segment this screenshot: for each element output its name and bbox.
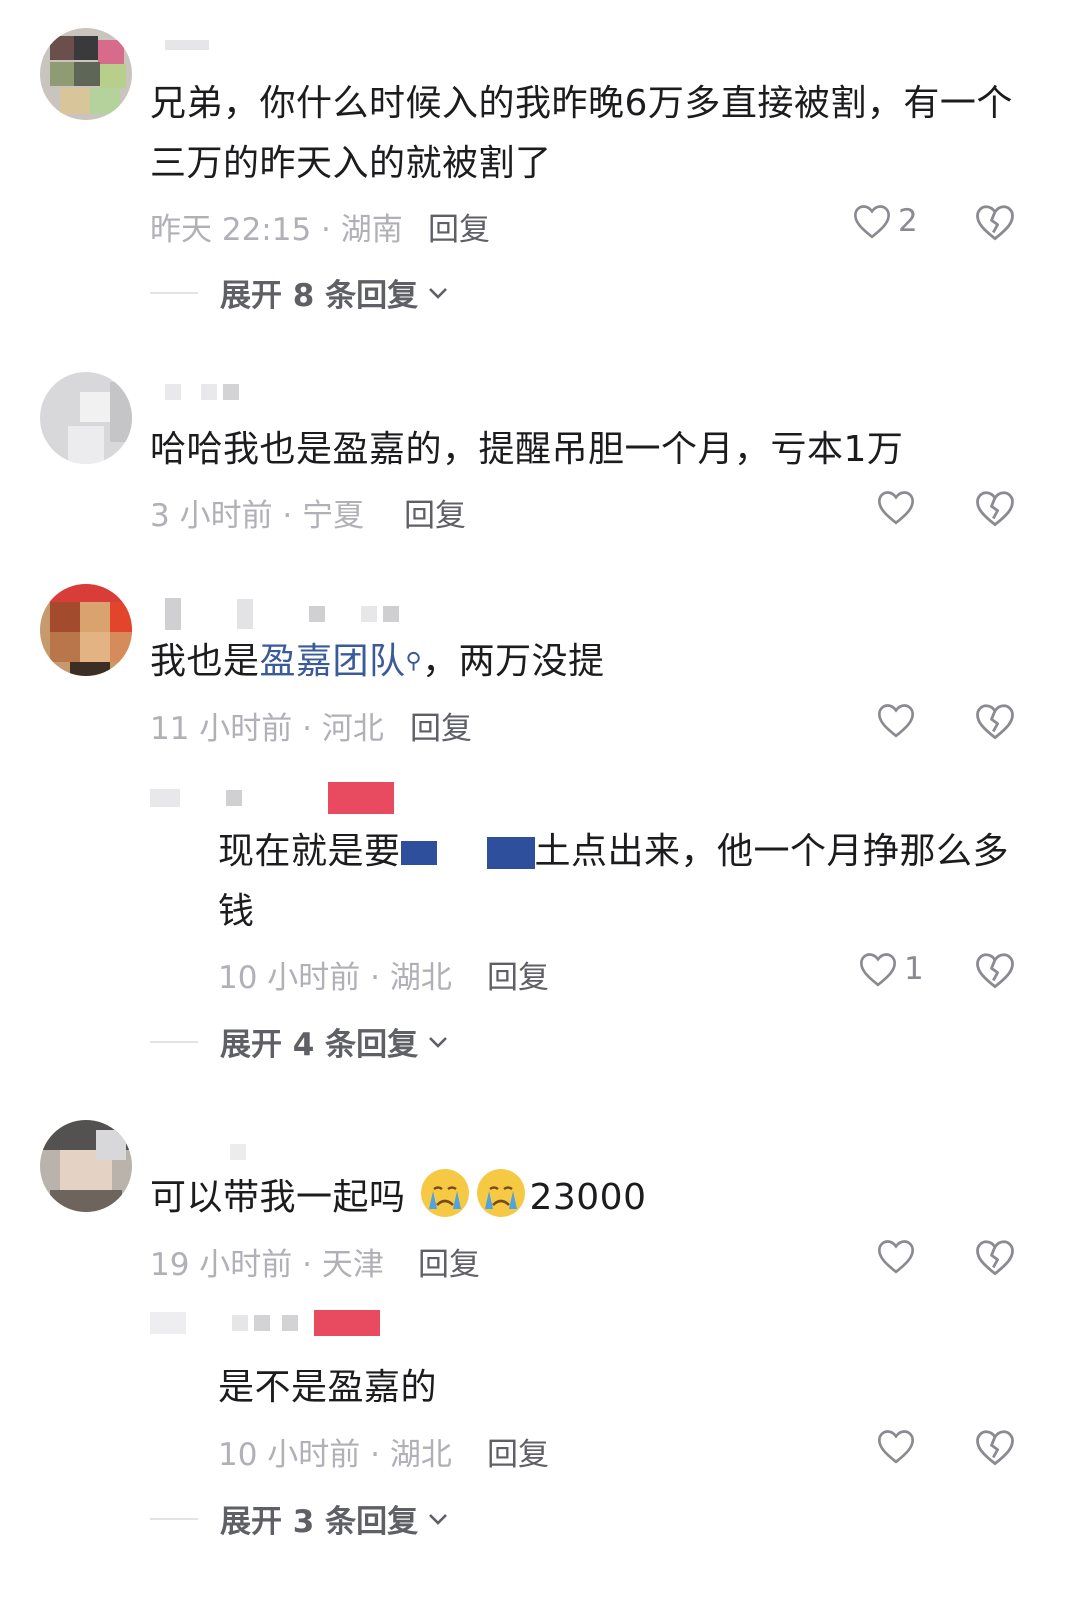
broken-heart-icon <box>976 704 1014 740</box>
dislike-button[interactable] <box>974 1427 1016 1471</box>
reply-text: 是不是盈嘉的 <box>218 1367 438 1408</box>
like-button[interactable] <box>876 701 916 739</box>
dislike-button[interactable] <box>974 950 1016 994</box>
dislike-button[interactable] <box>974 1237 1016 1281</box>
comment-text-part: ，两万没提 <box>422 641 605 682</box>
comment-text: 兄弟，你什么时候入的我昨晚6万多直接被割，有一个三万的昨天入的就被割了 <box>150 83 1013 184</box>
broken-heart-icon <box>976 1430 1014 1466</box>
comment-meta: 19 小时前 · 天津 <box>150 1247 384 1283</box>
comment-meta: 3 小时前 · 宁夏 <box>150 498 365 534</box>
reply-username[interactable] <box>150 782 394 814</box>
like-button[interactable] <box>876 488 916 526</box>
reply-button[interactable]: 回复 <box>418 1239 480 1284</box>
heart-outline-icon <box>859 953 897 987</box>
username[interactable] <box>165 598 399 630</box>
avatar[interactable] <box>40 28 132 120</box>
expand-label: 展开 8 条回复 <box>220 278 419 314</box>
comment-text-part: 我也是 <box>150 641 260 682</box>
heart-outline-icon <box>853 205 891 239</box>
reply-button[interactable]: 回复 <box>428 204 490 249</box>
like-button[interactable]: 1 <box>858 950 924 988</box>
broken-heart-icon <box>976 1240 1014 1276</box>
crying-face-emoji <box>477 1169 526 1217</box>
broken-heart-icon <box>976 205 1014 241</box>
reply-button[interactable]: 回复 <box>410 703 472 748</box>
broken-heart-icon <box>976 953 1014 989</box>
divider <box>150 1517 198 1520</box>
chevron-down-icon <box>429 287 448 299</box>
heart-outline-icon <box>877 1240 915 1274</box>
comment-text: 哈哈我也是盈嘉的，提醒吊胆一个月，亏本1万 <box>150 429 904 470</box>
search-icon[interactable]: ⚲ <box>406 649 423 674</box>
expand-replies-button[interactable]: 展开 3 条回复 <box>150 1496 448 1541</box>
search-link[interactable]: 盈嘉团队 <box>260 641 406 682</box>
like-count: 2 <box>898 203 918 239</box>
reply-text-part: 现在就是要 <box>218 831 401 872</box>
crying-face-emoji <box>421 1169 470 1217</box>
reply-username[interactable] <box>150 1310 380 1336</box>
redacted-block <box>486 837 535 869</box>
dislike-button[interactable] <box>974 488 1016 532</box>
reply-text: 现在就是要 土点出来，他一个月挣那么多钱 <box>218 822 1018 942</box>
heart-outline-icon <box>877 704 915 738</box>
username[interactable] <box>165 40 209 50</box>
heart-outline-icon <box>877 1430 915 1464</box>
expand-label: 展开 3 条回复 <box>220 1504 419 1540</box>
avatar[interactable] <box>40 1120 132 1212</box>
chevron-down-icon <box>429 1513 448 1525</box>
divider <box>150 1040 198 1043</box>
redacted-block <box>400 841 437 865</box>
chevron-down-icon <box>429 1036 448 1048</box>
like-button[interactable] <box>876 1237 916 1275</box>
comment-meta: 11 小时前 · 河北 <box>150 711 384 747</box>
comment-text: 我也是盈嘉团队⚲，两万没提 <box>150 632 1030 692</box>
broken-heart-icon <box>976 491 1014 527</box>
reply-meta: 10 小时前 · 湖北 <box>218 1437 452 1473</box>
dislike-button[interactable] <box>974 701 1016 745</box>
reply-meta: 10 小时前 · 湖北 <box>218 960 452 996</box>
comment-text-part: 23000 <box>529 1177 647 1218</box>
comment-text: 可以带我一起吗 23000 <box>150 1168 1030 1228</box>
comment-meta: 昨天 22:15 · 湖南 <box>150 212 403 248</box>
username[interactable] <box>165 384 239 400</box>
reply-button[interactable]: 回复 <box>487 1429 549 1474</box>
divider <box>150 291 198 294</box>
expand-replies-button[interactable]: 展开 4 条回复 <box>150 1019 448 1064</box>
dislike-button[interactable] <box>974 202 1016 246</box>
username[interactable] <box>230 1144 246 1160</box>
comment-text-part: 可以带我一起吗 <box>150 1177 406 1218</box>
expand-replies-button[interactable]: 展开 8 条回复 <box>150 270 448 315</box>
reply-button[interactable]: 回复 <box>404 490 466 535</box>
like-count: 1 <box>904 951 924 987</box>
like-button[interactable] <box>876 1427 916 1465</box>
like-button[interactable]: 2 <box>852 202 918 240</box>
expand-label: 展开 4 条回复 <box>220 1027 419 1063</box>
heart-outline-icon <box>877 491 915 525</box>
avatar[interactable] <box>40 584 132 676</box>
reply-button[interactable]: 回复 <box>487 952 549 997</box>
avatar[interactable] <box>40 372 132 464</box>
